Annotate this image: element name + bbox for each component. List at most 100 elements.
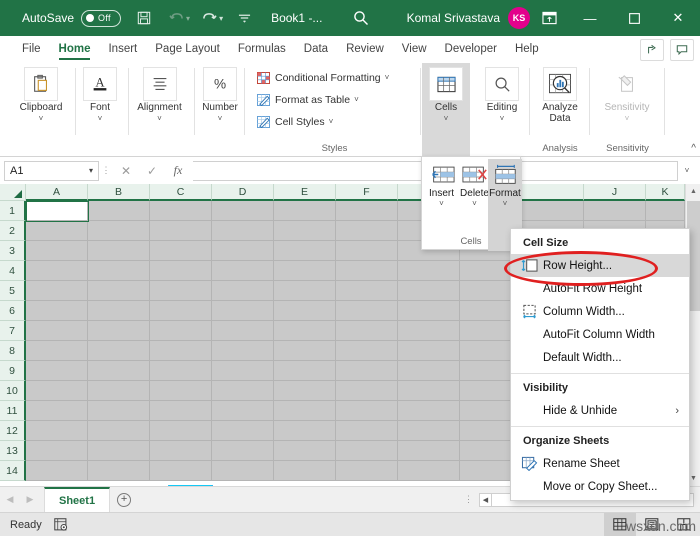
row-header-5[interactable]: 5 bbox=[0, 281, 26, 301]
tab-insert[interactable]: Insert bbox=[100, 40, 145, 60]
grid-cell[interactable] bbox=[274, 221, 336, 241]
column-header-I[interactable] bbox=[522, 184, 584, 201]
minimize-button[interactable]: — bbox=[568, 0, 612, 36]
grid-cell[interactable] bbox=[150, 201, 212, 221]
search-icon[interactable] bbox=[348, 5, 374, 31]
font-button[interactable]: A Font ˅ bbox=[75, 63, 125, 123]
row-header-10[interactable]: 10 bbox=[0, 381, 26, 401]
grid-cell[interactable] bbox=[150, 281, 212, 301]
grid-cell[interactable] bbox=[212, 441, 274, 461]
menu-item-autofit-column-width[interactable]: AutoFit Column Width bbox=[511, 323, 689, 346]
grid-cell[interactable] bbox=[336, 361, 398, 381]
grid-cell[interactable] bbox=[646, 201, 685, 221]
tab-formulas[interactable]: Formulas bbox=[230, 40, 294, 60]
grid-cell[interactable] bbox=[150, 361, 212, 381]
grid-cell[interactable] bbox=[26, 221, 88, 241]
grid-cell[interactable] bbox=[150, 341, 212, 361]
grid-cell[interactable] bbox=[150, 401, 212, 421]
grid-cell[interactable] bbox=[212, 301, 274, 321]
menu-item-autofit-row-height[interactable]: AutoFit Row Height bbox=[511, 277, 689, 300]
sheet-bar-handle[interactable]: ⋮ bbox=[464, 494, 479, 505]
comments-icon[interactable] bbox=[670, 38, 694, 61]
enter-check-icon[interactable]: ✓ bbox=[139, 161, 165, 181]
grid-cell[interactable] bbox=[88, 441, 150, 461]
grid-cell[interactable] bbox=[274, 261, 336, 281]
format-cells-caret[interactable]: ˅ bbox=[488, 199, 522, 209]
tab-view[interactable]: View bbox=[394, 40, 435, 60]
grid-cell[interactable] bbox=[336, 321, 398, 341]
editing-caret[interactable]: ˅ bbox=[478, 114, 526, 123]
editing-button[interactable]: Editing ˅ bbox=[478, 63, 526, 123]
share-icon[interactable] bbox=[640, 38, 664, 61]
conditional-formatting-button[interactable]: Conditional Formatting ˅ bbox=[256, 68, 389, 87]
grid-cell[interactable] bbox=[274, 441, 336, 461]
grid-cell[interactable] bbox=[26, 281, 88, 301]
cells-button[interactable]: Cells ˅ bbox=[424, 63, 468, 123]
grid-cell[interactable] bbox=[26, 421, 88, 441]
grid-cell[interactable] bbox=[88, 301, 150, 321]
column-header-J[interactable]: J bbox=[584, 184, 646, 201]
accessibility-checker-icon[interactable] bbox=[54, 518, 68, 531]
row-header-12[interactable]: 12 bbox=[0, 421, 26, 441]
grid-cell[interactable] bbox=[274, 461, 336, 481]
scroll-up-icon[interactable]: ▲ bbox=[686, 184, 700, 199]
sensitivity-caret[interactable]: ˅ bbox=[598, 114, 656, 123]
tab-developer[interactable]: Developer bbox=[437, 40, 505, 60]
grid-cell[interactable] bbox=[150, 261, 212, 281]
grid-cell[interactable] bbox=[398, 361, 460, 381]
cells-caret[interactable]: ˅ bbox=[424, 114, 468, 123]
column-header-C[interactable]: C bbox=[150, 184, 212, 201]
grid-cell[interactable] bbox=[88, 221, 150, 241]
grid-cell[interactable] bbox=[336, 201, 398, 221]
grid-cell[interactable] bbox=[336, 241, 398, 261]
grid-cell[interactable] bbox=[398, 461, 460, 481]
insert-cells-caret[interactable]: ˅ bbox=[425, 199, 458, 209]
maximize-button[interactable] bbox=[612, 0, 656, 36]
column-header-E[interactable]: E bbox=[274, 184, 336, 201]
row-header-7[interactable]: 7 bbox=[0, 321, 26, 341]
menu-item-move-or-copy-sheet[interactable]: Move or Copy Sheet... bbox=[511, 475, 689, 498]
select-all-triangle-icon[interactable] bbox=[0, 184, 26, 201]
grid-cell[interactable] bbox=[88, 341, 150, 361]
cell-styles-button[interactable]: Cell Styles ˅ bbox=[256, 112, 333, 131]
insert-cells-button[interactable]: Insert ˅ bbox=[425, 159, 458, 209]
grid-cell[interactable] bbox=[274, 401, 336, 421]
row-header-11[interactable]: 11 bbox=[0, 401, 26, 421]
sensitivity-button[interactable]: Sensitivity ˅ bbox=[598, 63, 656, 123]
grid-cell[interactable] bbox=[150, 321, 212, 341]
grid-cell[interactable] bbox=[584, 201, 646, 221]
clipboard-button[interactable]: Clipboard ˅ bbox=[11, 63, 71, 123]
redo-dropdown-caret[interactable]: ▾ bbox=[219, 14, 223, 23]
alignment-caret[interactable]: ˅ bbox=[128, 114, 191, 123]
row-header-3[interactable]: 3 bbox=[0, 241, 26, 261]
autosave-toggle[interactable]: Off bbox=[81, 9, 122, 27]
row-header-2[interactable]: 2 bbox=[0, 221, 26, 241]
tab-data[interactable]: Data bbox=[296, 40, 336, 60]
next-sheet-arrow[interactable]: ▶ bbox=[20, 494, 40, 505]
row-header-1[interactable]: 1 bbox=[0, 201, 26, 221]
grid-cell[interactable] bbox=[26, 301, 88, 321]
grid-cell[interactable] bbox=[88, 361, 150, 381]
insert-function-icon[interactable]: fx bbox=[165, 161, 191, 181]
grid-cell[interactable] bbox=[274, 301, 336, 321]
grid-cell[interactable] bbox=[150, 421, 212, 441]
grid-cell[interactable] bbox=[336, 461, 398, 481]
grid-cell[interactable] bbox=[398, 421, 460, 441]
undo-dropdown-caret[interactable]: ▾ bbox=[186, 14, 190, 23]
grid-cell[interactable] bbox=[274, 241, 336, 261]
avatar[interactable]: KS bbox=[508, 7, 530, 29]
grid-cell[interactable] bbox=[88, 461, 150, 481]
sheet-tab-sheet1[interactable]: Sheet1 bbox=[44, 487, 111, 512]
grid-cell[interactable] bbox=[26, 261, 88, 281]
row-header-8[interactable]: 8 bbox=[0, 341, 26, 361]
cell-A1[interactable] bbox=[26, 201, 88, 221]
expand-formula-bar-icon[interactable]: ˅ bbox=[678, 161, 696, 181]
grid-cell[interactable] bbox=[336, 281, 398, 301]
grid-cell[interactable] bbox=[150, 301, 212, 321]
grid-cell[interactable] bbox=[336, 341, 398, 361]
row-header-9[interactable]: 9 bbox=[0, 361, 26, 381]
column-header-B[interactable]: B bbox=[88, 184, 150, 201]
name-box[interactable]: A1 ▾ bbox=[4, 160, 99, 181]
grid-cell[interactable] bbox=[88, 261, 150, 281]
grid-cell[interactable] bbox=[336, 301, 398, 321]
